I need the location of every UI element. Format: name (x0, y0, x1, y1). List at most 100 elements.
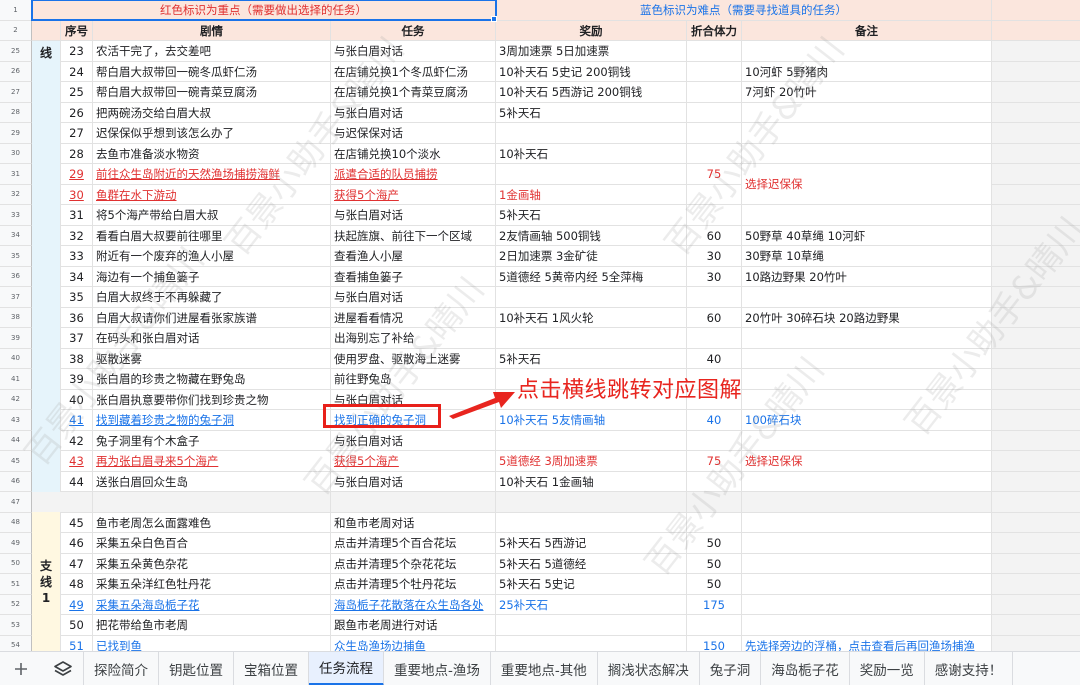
task-cell[interactable]: 点击并清理5个百合花坛 (331, 533, 496, 554)
reward-cell[interactable]: 25补天石 (496, 594, 687, 615)
sheet-tab[interactable]: 搁浅状态解决 (598, 651, 700, 685)
task-cell[interactable]: 与张白眉对话 (331, 41, 496, 62)
blank-cell[interactable] (992, 471, 1080, 492)
reward-cell[interactable]: 10补天石 5友情画轴 (496, 410, 687, 431)
story-cell[interactable] (93, 492, 331, 513)
blank-cell[interactable] (992, 225, 1080, 246)
note-cell[interactable] (742, 369, 992, 390)
seq-cell[interactable]: 29 (61, 164, 93, 185)
stamina-cell[interactable] (687, 287, 742, 308)
spreadsheet-grid[interactable]: 1 红色标识为重点（需要做出选择的任务） 蓝色标识为难点（需要寻找道具的任务） … (0, 0, 1080, 651)
row-number[interactable]: 34 (0, 225, 32, 246)
stamina-cell[interactable] (687, 123, 742, 144)
blank-cell[interactable] (992, 348, 1080, 369)
side-line-label[interactable]: 支线1 (32, 512, 61, 651)
stamina-cell[interactable] (687, 328, 742, 349)
reward-cell[interactable]: 3周加速票 5日加速票 (496, 41, 687, 62)
story-cell[interactable]: 采集五朵黄色杂花 (93, 553, 331, 574)
blank-cell[interactable] (992, 143, 1080, 164)
row-number[interactable]: 43 (0, 410, 32, 431)
note-cell[interactable] (742, 205, 992, 226)
sheet-tab[interactable]: 奖励一览 (850, 651, 925, 685)
story-cell[interactable]: 在码头和张白眉对话 (93, 328, 331, 349)
row-number[interactable]: 28 (0, 102, 32, 123)
reward-cell[interactable] (496, 492, 687, 513)
blank-cell[interactable] (992, 164, 1080, 185)
seq-cell[interactable]: 36 (61, 307, 93, 328)
row-number[interactable]: 50 (0, 553, 32, 574)
blank-cell[interactable] (992, 287, 1080, 308)
task-cell[interactable]: 获得5个海产 (331, 184, 496, 205)
stamina-cell[interactable] (687, 102, 742, 123)
sheet-tab[interactable]: 探险简介 (84, 651, 159, 685)
story-cell[interactable]: 兔子洞里有个木盒子 (93, 430, 331, 451)
header-task[interactable]: 任务 (331, 20, 496, 41)
sheet-tab[interactable]: 重要地点-其他 (491, 651, 598, 685)
task-cell[interactable]: 进屋看看情况 (331, 307, 496, 328)
row-number[interactable]: 31 (0, 164, 32, 185)
seq-cell[interactable]: 43 (61, 451, 93, 472)
seq-cell[interactable]: 45 (61, 512, 93, 533)
seq-cell[interactable]: 40 (61, 389, 93, 410)
note-cell[interactable]: 100碎石块 (742, 410, 992, 431)
blank-cell[interactable] (992, 615, 1080, 636)
task-cell[interactable]: 众生岛渔场边捕鱼 (331, 635, 496, 651)
stamina-cell[interactable] (687, 512, 742, 533)
stamina-cell[interactable]: 50 (687, 533, 742, 554)
story-cell[interactable]: 前往众生岛附近的天然渔场捕捞海鲜 (93, 164, 331, 185)
reward-cell[interactable] (496, 328, 687, 349)
story-cell[interactable]: 将5个海产带给白眉大叔 (93, 205, 331, 226)
stamina-cell[interactable]: 175 (687, 594, 742, 615)
sheet-tab[interactable]: 重要地点-渔场 (384, 651, 491, 685)
stamina-cell[interactable] (687, 471, 742, 492)
task-cell[interactable]: 查看渔人小屋 (331, 246, 496, 267)
reward-cell[interactable]: 5补天石 5史记 (496, 574, 687, 595)
row-number[interactable]: 45 (0, 451, 32, 472)
task-cell[interactable]: 点击并清理5个牡丹花坛 (331, 574, 496, 595)
stamina-cell[interactable]: 50 (687, 574, 742, 595)
task-cell[interactable]: 与张白眉对话 (331, 471, 496, 492)
seq-cell[interactable] (61, 492, 93, 513)
note-cell[interactable] (742, 348, 992, 369)
sheet-tab[interactable]: 任务流程 (309, 651, 384, 685)
red-legend-cell[interactable]: 红色标识为重点（需要做出选择的任务） (32, 0, 496, 21)
seq-cell[interactable]: 35 (61, 287, 93, 308)
header-stamina[interactable]: 折合体力 (687, 20, 742, 41)
story-cell[interactable]: 鱼群在水下游动 (93, 184, 331, 205)
seq-cell[interactable]: 51 (61, 635, 93, 651)
task-cell[interactable]: 与张白眉对话 (331, 102, 496, 123)
reward-cell[interactable] (496, 635, 687, 651)
story-cell[interactable]: 找到藏着珍贵之物的兔子洞 (93, 410, 331, 431)
reward-cell[interactable]: 10补天石 1金画轴 (496, 471, 687, 492)
story-cell[interactable]: 再为张白眉寻来5个海产 (93, 451, 331, 472)
task-cell[interactable]: 扶起旌旗、前往下一个区域 (331, 225, 496, 246)
blank-cell[interactable] (992, 61, 1080, 82)
row-number[interactable]: 36 (0, 266, 32, 287)
stamina-cell[interactable] (687, 61, 742, 82)
stamina-cell[interactable]: 60 (687, 307, 742, 328)
blank-cell[interactable] (992, 369, 1080, 390)
task-cell[interactable]: 查看捕鱼篓子 (331, 266, 496, 287)
stamina-cell[interactable]: 30 (687, 266, 742, 287)
seq-cell[interactable]: 38 (61, 348, 93, 369)
stamina-cell[interactable]: 30 (687, 246, 742, 267)
story-cell[interactable]: 去鱼市准备淡水物资 (93, 143, 331, 164)
stamina-cell[interactable]: 75 (687, 164, 742, 185)
note-cell[interactable]: 选择迟保保 (742, 451, 992, 472)
sheet-tab[interactable]: 海岛栀子花 (761, 651, 850, 685)
row-number[interactable]: 41 (0, 369, 32, 390)
reward-cell[interactable] (496, 287, 687, 308)
story-cell[interactable]: 把两碗汤交给白眉大叔 (93, 102, 331, 123)
note-cell[interactable] (742, 594, 992, 615)
reward-cell[interactable] (496, 123, 687, 144)
blank-cell[interactable] (992, 328, 1080, 349)
seq-cell[interactable]: 42 (61, 430, 93, 451)
seq-cell[interactable]: 27 (61, 123, 93, 144)
stamina-cell[interactable] (687, 143, 742, 164)
reward-cell[interactable]: 2友情画轴 500铜钱 (496, 225, 687, 246)
fill-handle[interactable] (491, 16, 497, 22)
story-cell[interactable]: 白眉大叔终于不再躲藏了 (93, 287, 331, 308)
story-cell[interactable]: 采集五朵海岛栀子花 (93, 594, 331, 615)
row-number[interactable]: 27 (0, 82, 32, 103)
row-number[interactable]: 54 (0, 635, 32, 651)
